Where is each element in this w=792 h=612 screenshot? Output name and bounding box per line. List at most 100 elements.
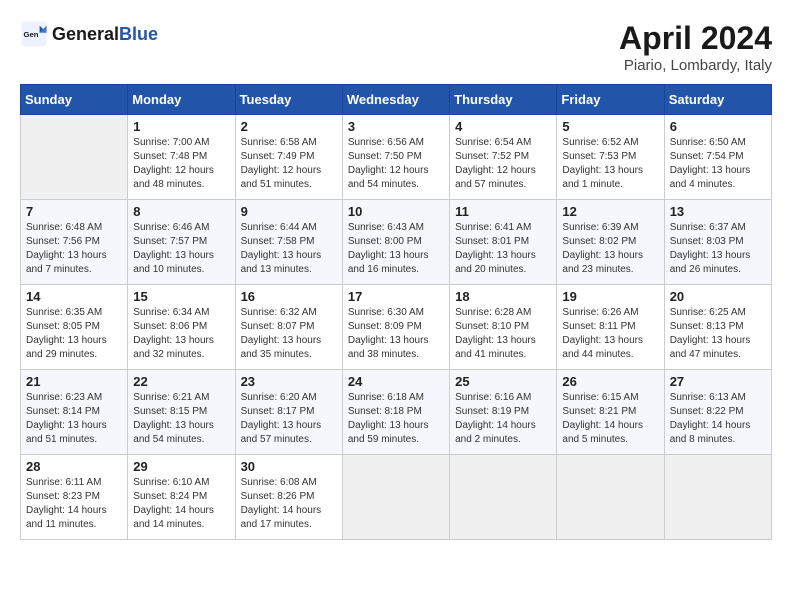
day-cell: 13 Sunrise: 6:37 AMSunset: 8:03 PMDaylig… — [664, 200, 771, 285]
day-number: 16 — [241, 289, 337, 304]
day-cell: 6 Sunrise: 6:50 AMSunset: 7:54 PMDayligh… — [664, 115, 771, 200]
day-info: Sunrise: 6:50 AMSunset: 7:54 PMDaylight:… — [670, 136, 766, 192]
day-info: Sunrise: 6:16 AMSunset: 8:19 PMDaylight:… — [455, 391, 551, 447]
day-info: Sunrise: 6:54 AMSunset: 7:52 PMDaylight:… — [455, 136, 551, 192]
day-info: Sunrise: 6:20 AMSunset: 8:17 PMDaylight:… — [241, 391, 337, 447]
day-number: 9 — [241, 204, 337, 219]
day-info: Sunrise: 6:18 AMSunset: 8:18 PMDaylight:… — [348, 391, 444, 447]
logo: Gen GeneralBlue — [20, 20, 158, 48]
calendar-body: 1 Sunrise: 7:00 AMSunset: 7:48 PMDayligh… — [21, 115, 772, 540]
day-info: Sunrise: 6:34 AMSunset: 8:06 PMDaylight:… — [133, 306, 229, 362]
day-number: 22 — [133, 374, 229, 389]
day-cell: 18 Sunrise: 6:28 AMSunset: 8:10 PMDaylig… — [450, 285, 557, 370]
day-number: 23 — [241, 374, 337, 389]
day-info: Sunrise: 6:39 AMSunset: 8:02 PMDaylight:… — [562, 221, 658, 277]
day-info: Sunrise: 6:43 AMSunset: 8:00 PMDaylight:… — [348, 221, 444, 277]
day-number: 10 — [348, 204, 444, 219]
day-info: Sunrise: 6:15 AMSunset: 8:21 PMDaylight:… — [562, 391, 658, 447]
day-cell: 22 Sunrise: 6:21 AMSunset: 8:15 PMDaylig… — [128, 370, 235, 455]
day-info: Sunrise: 6:11 AMSunset: 8:23 PMDaylight:… — [26, 476, 122, 532]
day-cell: 30 Sunrise: 6:08 AMSunset: 8:26 PMDaylig… — [235, 455, 342, 540]
logo-icon: Gen — [20, 20, 48, 48]
day-cell — [21, 115, 128, 200]
logo-text: GeneralBlue — [52, 24, 158, 44]
location-subtitle: Piario, Lombardy, Italy — [619, 57, 772, 74]
week-row-4: 28 Sunrise: 6:11 AMSunset: 8:23 PMDaylig… — [21, 455, 772, 540]
week-row-0: 1 Sunrise: 7:00 AMSunset: 7:48 PMDayligh… — [21, 115, 772, 200]
day-number: 5 — [562, 119, 658, 134]
day-number: 15 — [133, 289, 229, 304]
month-title: April 2024 — [619, 20, 772, 57]
day-cell: 28 Sunrise: 6:11 AMSunset: 8:23 PMDaylig… — [21, 455, 128, 540]
header-cell-saturday: Saturday — [664, 85, 771, 115]
day-number: 3 — [348, 119, 444, 134]
day-cell: 4 Sunrise: 6:54 AMSunset: 7:52 PMDayligh… — [450, 115, 557, 200]
day-info: Sunrise: 6:48 AMSunset: 7:56 PMDaylight:… — [26, 221, 122, 277]
header-cell-sunday: Sunday — [21, 85, 128, 115]
day-cell: 2 Sunrise: 6:58 AMSunset: 7:49 PMDayligh… — [235, 115, 342, 200]
day-cell: 3 Sunrise: 6:56 AMSunset: 7:50 PMDayligh… — [342, 115, 449, 200]
day-cell: 26 Sunrise: 6:15 AMSunset: 8:21 PMDaylig… — [557, 370, 664, 455]
day-cell: 1 Sunrise: 7:00 AMSunset: 7:48 PMDayligh… — [128, 115, 235, 200]
day-number: 25 — [455, 374, 551, 389]
day-info: Sunrise: 6:46 AMSunset: 7:57 PMDaylight:… — [133, 221, 229, 277]
day-cell: 8 Sunrise: 6:46 AMSunset: 7:57 PMDayligh… — [128, 200, 235, 285]
header-cell-friday: Friday — [557, 85, 664, 115]
day-number: 8 — [133, 204, 229, 219]
day-cell — [450, 455, 557, 540]
day-number: 2 — [241, 119, 337, 134]
day-info: Sunrise: 6:25 AMSunset: 8:13 PMDaylight:… — [670, 306, 766, 362]
header-cell-thursday: Thursday — [450, 85, 557, 115]
day-cell: 15 Sunrise: 6:34 AMSunset: 8:06 PMDaylig… — [128, 285, 235, 370]
day-cell — [664, 455, 771, 540]
day-info: Sunrise: 6:56 AMSunset: 7:50 PMDaylight:… — [348, 136, 444, 192]
header-cell-tuesday: Tuesday — [235, 85, 342, 115]
calendar-table: SundayMondayTuesdayWednesdayThursdayFrid… — [20, 84, 772, 540]
day-info: Sunrise: 6:41 AMSunset: 8:01 PMDaylight:… — [455, 221, 551, 277]
day-number: 13 — [670, 204, 766, 219]
day-cell: 23 Sunrise: 6:20 AMSunset: 8:17 PMDaylig… — [235, 370, 342, 455]
day-info: Sunrise: 6:30 AMSunset: 8:09 PMDaylight:… — [348, 306, 444, 362]
header-cell-monday: Monday — [128, 85, 235, 115]
day-info: Sunrise: 6:10 AMSunset: 8:24 PMDaylight:… — [133, 476, 229, 532]
day-cell: 17 Sunrise: 6:30 AMSunset: 8:09 PMDaylig… — [342, 285, 449, 370]
day-number: 20 — [670, 289, 766, 304]
day-number: 1 — [133, 119, 229, 134]
day-info: Sunrise: 6:23 AMSunset: 8:14 PMDaylight:… — [26, 391, 122, 447]
day-cell: 19 Sunrise: 6:26 AMSunset: 8:11 PMDaylig… — [557, 285, 664, 370]
day-number: 6 — [670, 119, 766, 134]
week-row-3: 21 Sunrise: 6:23 AMSunset: 8:14 PMDaylig… — [21, 370, 772, 455]
header-area: Gen GeneralBlue April 2024 Piario, Lomba… — [20, 20, 772, 74]
day-cell: 5 Sunrise: 6:52 AMSunset: 7:53 PMDayligh… — [557, 115, 664, 200]
day-number: 19 — [562, 289, 658, 304]
day-info: Sunrise: 6:37 AMSunset: 8:03 PMDaylight:… — [670, 221, 766, 277]
day-info: Sunrise: 6:28 AMSunset: 8:10 PMDaylight:… — [455, 306, 551, 362]
day-number: 24 — [348, 374, 444, 389]
day-info: Sunrise: 6:21 AMSunset: 8:15 PMDaylight:… — [133, 391, 229, 447]
day-number: 18 — [455, 289, 551, 304]
day-cell: 9 Sunrise: 6:44 AMSunset: 7:58 PMDayligh… — [235, 200, 342, 285]
day-cell: 25 Sunrise: 6:16 AMSunset: 8:19 PMDaylig… — [450, 370, 557, 455]
day-number: 12 — [562, 204, 658, 219]
day-cell: 29 Sunrise: 6:10 AMSunset: 8:24 PMDaylig… — [128, 455, 235, 540]
day-cell — [342, 455, 449, 540]
day-number: 17 — [348, 289, 444, 304]
day-cell — [557, 455, 664, 540]
calendar-header: SundayMondayTuesdayWednesdayThursdayFrid… — [21, 85, 772, 115]
week-row-2: 14 Sunrise: 6:35 AMSunset: 8:05 PMDaylig… — [21, 285, 772, 370]
day-number: 30 — [241, 459, 337, 474]
day-info: Sunrise: 7:00 AMSunset: 7:48 PMDaylight:… — [133, 136, 229, 192]
day-cell: 20 Sunrise: 6:25 AMSunset: 8:13 PMDaylig… — [664, 285, 771, 370]
title-area: April 2024 Piario, Lombardy, Italy — [619, 20, 772, 74]
day-number: 7 — [26, 204, 122, 219]
day-number: 27 — [670, 374, 766, 389]
day-cell: 27 Sunrise: 6:13 AMSunset: 8:22 PMDaylig… — [664, 370, 771, 455]
day-number: 11 — [455, 204, 551, 219]
day-cell: 12 Sunrise: 6:39 AMSunset: 8:02 PMDaylig… — [557, 200, 664, 285]
header-cell-wednesday: Wednesday — [342, 85, 449, 115]
day-cell: 21 Sunrise: 6:23 AMSunset: 8:14 PMDaylig… — [21, 370, 128, 455]
day-info: Sunrise: 6:13 AMSunset: 8:22 PMDaylight:… — [670, 391, 766, 447]
day-info: Sunrise: 6:08 AMSunset: 8:26 PMDaylight:… — [241, 476, 337, 532]
day-cell: 16 Sunrise: 6:32 AMSunset: 8:07 PMDaylig… — [235, 285, 342, 370]
day-number: 14 — [26, 289, 122, 304]
